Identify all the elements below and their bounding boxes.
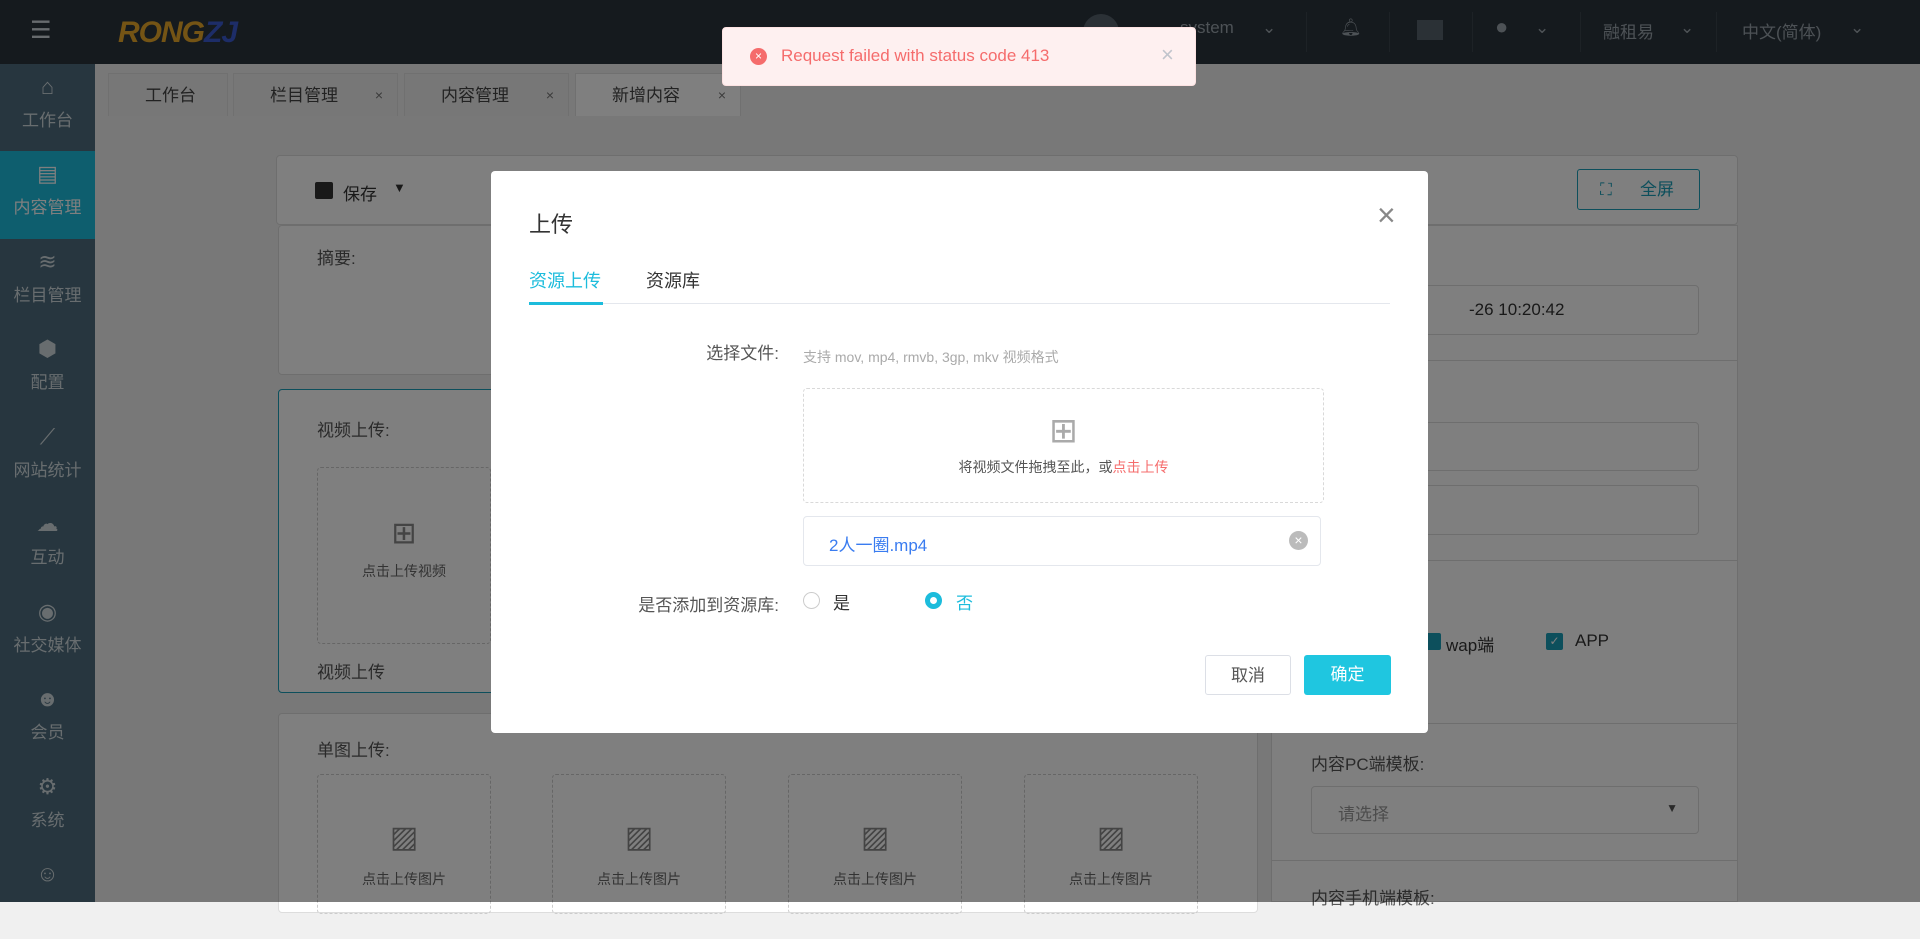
tabs-divider [529,303,1390,304]
file-name[interactable]: 2人一圈.mp4 [829,531,927,556]
file-hint: 支持 mov, mp4, rmvb, 3gp, mkv 视频格式 [803,349,1059,365]
cancel-button[interactable]: 取消 [1205,655,1291,695]
radio-no-label[interactable]: 否 [956,589,973,614]
radio-no[interactable] [925,592,942,609]
confirm-button[interactable]: 确定 [1304,655,1391,695]
add-to-library-label: 是否添加到资源库: [638,596,779,615]
drop-text: 将视频文件拖拽至此，或 [958,459,1113,475]
clear-file-icon[interactable]: × [1289,531,1308,550]
error-icon: × [750,48,767,65]
tab-resource-upload[interactable]: 资源上传 [529,267,601,293]
drop-zone[interactable]: ⊞ 将视频文件拖拽至此，或点击上传 [803,388,1324,503]
dialog-title: 上传 [529,212,574,237]
click-upload-link[interactable]: 点击上传 [1113,459,1169,475]
error-toast: × Request failed with status code 413 × [722,27,1196,86]
radio-yes[interactable] [803,592,820,609]
active-tab-indicator [529,302,603,305]
close-icon[interactable]: × [1377,199,1396,231]
selected-file-item: 2人一圈.mp4 × [803,516,1321,566]
file-label: 选择文件: [706,344,779,363]
radio-yes-label[interactable]: 是 [833,589,850,614]
close-icon[interactable]: × [1161,42,1174,68]
upload-dialog: 上传 × 资源上传 资源库 选择文件: 支持 mov, mp4, rmvb, 3… [491,171,1428,733]
toast-message: Request failed with status code 413 [781,46,1050,65]
tab-resource-library[interactable]: 资源库 [646,267,700,293]
video-add-icon: ⊞ [1049,412,1078,450]
